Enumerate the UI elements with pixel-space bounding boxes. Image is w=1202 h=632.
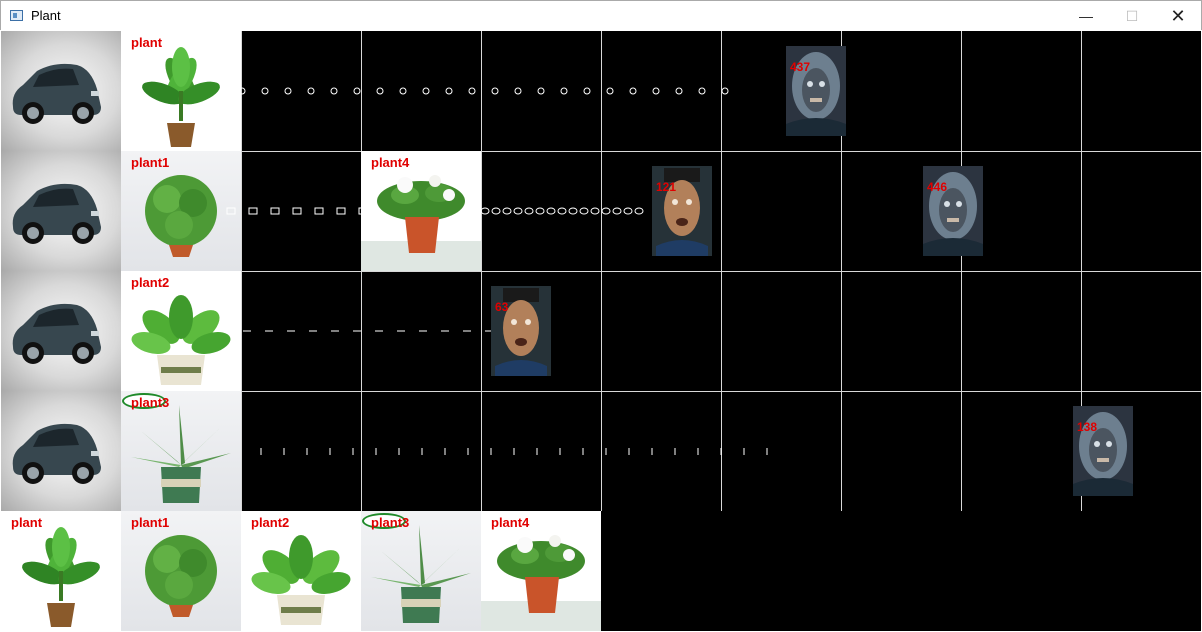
pea-projectile — [330, 87, 338, 95]
zombie-jiangshi[interactable]: 63 — [491, 286, 551, 376]
lawn-car-row-1 — [1, 31, 121, 151]
zombie-hp: 138 — [1077, 420, 1098, 434]
card-plant4[interactable]: plant4 — [481, 511, 601, 631]
plant-label: plant4 — [371, 155, 410, 170]
card-plant2[interactable]: plant2 — [241, 511, 361, 631]
square-projectile — [270, 207, 280, 215]
pea-projectile — [698, 87, 706, 95]
plant-label: plant2 — [131, 275, 170, 290]
pea-projectile — [422, 87, 430, 95]
oval-projectile — [634, 207, 644, 215]
game-board[interactable]: plant plant1 plant2 plant3 plant4 437 12… — [1, 31, 1201, 631]
pea-projectile — [353, 87, 361, 95]
pea-projectile — [468, 87, 476, 95]
oval-projectile — [601, 207, 611, 215]
car-icon — [12, 303, 101, 364]
zombie-hp: 121 — [656, 180, 677, 194]
planted-plant4-row-2[interactable]: plant4 — [361, 151, 481, 271]
pea-projectile — [376, 87, 384, 95]
planted-plant1-row-2[interactable]: plant1 — [121, 151, 241, 271]
pea-projectile — [284, 87, 292, 95]
pea-projectile — [675, 87, 683, 95]
pea-projectile — [560, 87, 568, 95]
card-label: plant4 — [491, 515, 530, 530]
pea-projectile — [721, 87, 729, 95]
lawn-car-row-4 — [1, 391, 121, 511]
zombie-gray-hair[interactable]: 138 — [1073, 406, 1133, 496]
window-title: Plant — [31, 8, 61, 23]
zombie-hp: 446 — [927, 180, 948, 194]
pea-projectile — [445, 87, 453, 95]
oval-projectile — [590, 207, 600, 215]
lawn-car-row-3 — [1, 271, 121, 391]
plant-card-bar: plant plant1 plant2 plant3 plant4 — [1, 511, 1201, 631]
plant-label: plant — [131, 35, 163, 50]
pea-projectile — [537, 87, 545, 95]
pea-projectile — [652, 87, 660, 95]
oval-projectile — [502, 207, 512, 215]
card-label: plant2 — [251, 515, 290, 530]
pea-projectile — [399, 87, 407, 95]
pea-projectile — [583, 87, 591, 95]
card-label: plant1 — [131, 515, 170, 530]
car-icon — [12, 63, 101, 124]
card-plant3[interactable]: plant3 — [361, 511, 481, 631]
oval-projectile — [623, 207, 633, 215]
pea-projectile — [491, 87, 499, 95]
card-label: plant3 — [371, 515, 410, 530]
oval-projectile — [579, 207, 589, 215]
oval-projectile — [535, 207, 545, 215]
oval-projectile — [612, 207, 622, 215]
pea-projectile — [629, 87, 637, 95]
card-plant1[interactable]: plant1 — [121, 511, 241, 631]
zombie-hp: 63 — [495, 300, 509, 314]
square-projectile — [248, 207, 258, 215]
tick-projectiles — [260, 448, 768, 455]
planted-plant2-row-3[interactable]: plant2 — [121, 271, 241, 391]
oval-projectile — [491, 207, 501, 215]
app-window-icon — [10, 10, 23, 21]
plant-label: plant3 — [131, 395, 170, 410]
pea-projectile — [307, 87, 315, 95]
plant-label: plant1 — [131, 155, 170, 170]
square-projectile — [292, 207, 302, 215]
oval-projectile — [524, 207, 534, 215]
close-button[interactable]: ✕ — [1155, 1, 1201, 31]
oval-projectile — [568, 207, 578, 215]
window-titlebar: Plant — ☐ ✕ — [0, 0, 1202, 30]
oval-projectile — [557, 207, 567, 215]
maximize-button[interactable]: ☐ — [1109, 1, 1155, 31]
oval-projectile — [546, 207, 556, 215]
square-projectile — [336, 207, 346, 215]
lawn-car-row-2 — [1, 151, 121, 271]
square-projectile — [314, 207, 324, 215]
zombie-gray-hair[interactable]: 437 — [786, 46, 846, 136]
car-icon — [12, 423, 101, 484]
pea-projectile — [261, 87, 269, 95]
oval-projectile — [513, 207, 523, 215]
zombie-gray-hair[interactable]: 446 — [923, 166, 983, 256]
card-label: plant — [11, 515, 43, 530]
zombie-jiangshi[interactable]: 121 — [652, 166, 712, 256]
zombie-hp: 437 — [790, 60, 811, 74]
car-icon — [12, 183, 101, 244]
card-plant[interactable]: plant — [1, 511, 121, 631]
circle-projectiles — [238, 87, 729, 95]
pea-projectile — [514, 87, 522, 95]
planted-plant-row-1[interactable]: plant — [121, 31, 241, 151]
pea-projectile — [606, 87, 614, 95]
oval-projectile — [480, 207, 490, 215]
planted-plant3-row-4[interactable]: plant3 — [121, 391, 241, 511]
minimize-button[interactable]: — — [1063, 1, 1109, 31]
